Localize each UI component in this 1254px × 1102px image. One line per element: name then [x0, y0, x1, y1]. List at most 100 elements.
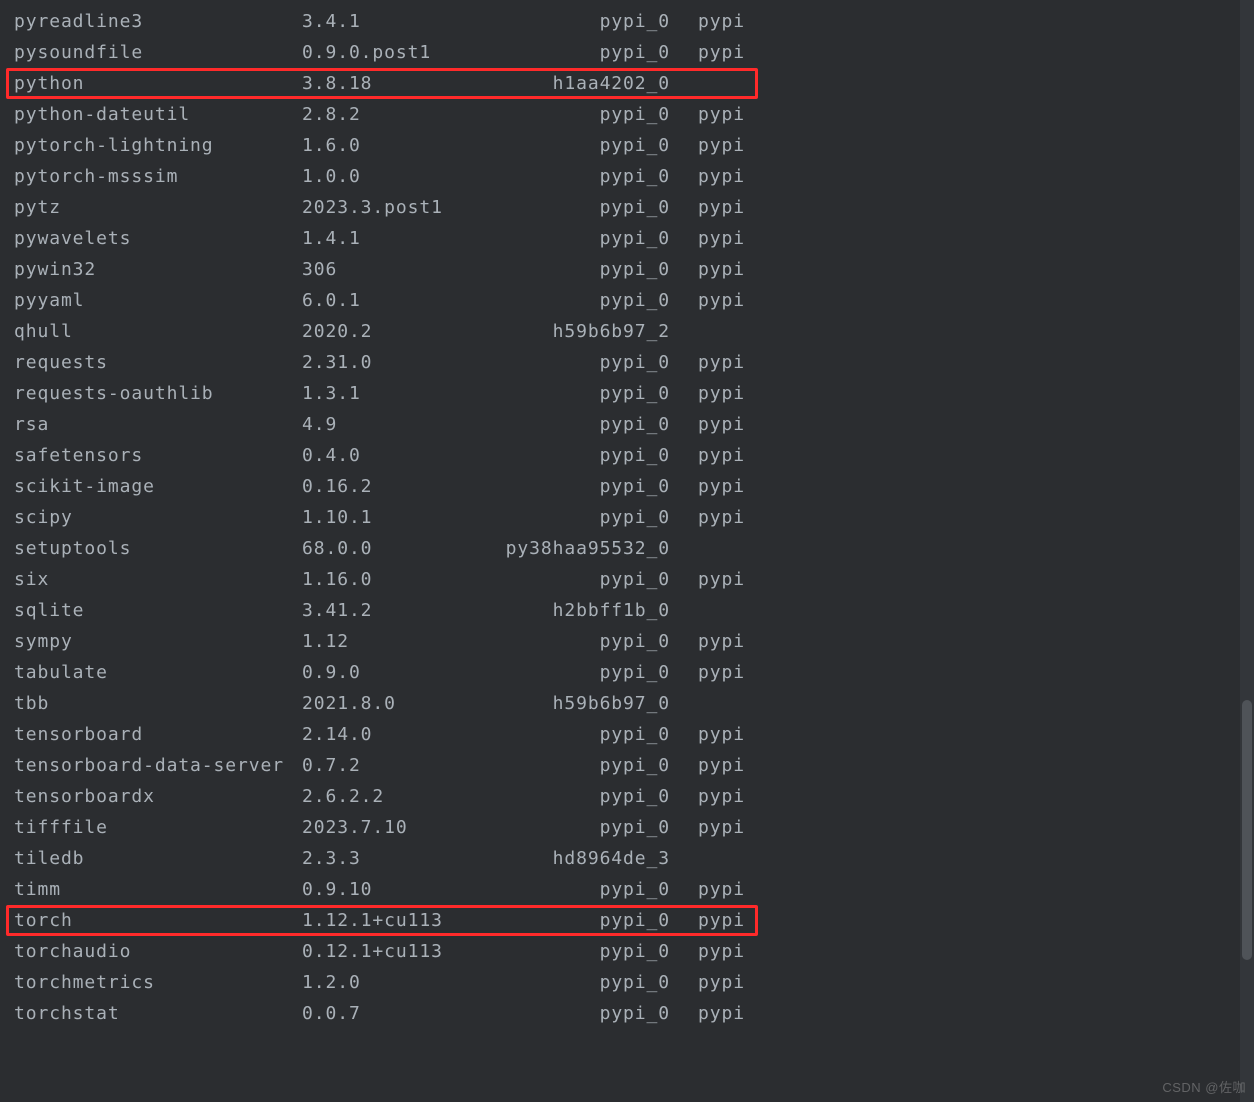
package-row: torchmetrics 1.2.0 pypi_0 pypi [14, 967, 1254, 998]
package-row: scikit-image0.16.2pypi_0pypi [14, 471, 1254, 502]
package-name: sympy [14, 626, 73, 657]
package-channel: pypi [698, 998, 745, 1029]
package-build: pypi_0 [486, 967, 670, 998]
package-build: pypi_0 [486, 6, 670, 37]
package-row: safetensors 0.4.0 pypi_0 pypi [14, 440, 1254, 471]
package-row: tensorboard-data-server0.7.2pypi_0pypi [14, 750, 1254, 781]
package-name: pyreadline3 [14, 6, 143, 37]
package-build: pypi_0 [486, 750, 670, 781]
package-version: 306 [302, 254, 337, 285]
package-version: 0.4.0 [302, 440, 361, 471]
package-row: torch1.12.1+cu113pypi_0pypi [14, 905, 1254, 936]
package-version: 1.2.0 [302, 967, 361, 998]
package-channel: pypi [698, 967, 745, 998]
package-name: pysoundfile [14, 37, 143, 68]
package-channel: pypi [698, 130, 745, 161]
package-build: pypi_0 [486, 998, 670, 1029]
package-row: six1.16.0pypi_0pypi [14, 564, 1254, 595]
package-row: pysoundfile 0.9.0.post1 pypi_0 pypi [14, 37, 1254, 68]
package-row: sympy 1.12 pypi_0 pypi [14, 626, 1254, 657]
package-build: pypi_0 [486, 812, 670, 843]
package-name: qhull [14, 316, 73, 347]
package-name: torchmetrics [14, 967, 155, 998]
terminal-output: pyreadline33.4.1pypi_0pypipysoundfile0.9… [0, 0, 1254, 1102]
package-build: pypi_0 [486, 626, 670, 657]
package-name: tifffile [14, 812, 108, 843]
package-channel: pypi [698, 6, 745, 37]
package-build: py38haa95532_0 [486, 533, 670, 564]
package-version: 2.6.2.2 [302, 781, 384, 812]
package-row: requests-oauthlib1.3.1pypi_0pypi [14, 378, 1254, 409]
package-name: tbb [14, 688, 49, 719]
package-version: 2020.2 [302, 316, 372, 347]
package-build: h2bbff1b_0 [486, 595, 670, 626]
package-version: 0.0.7 [302, 998, 361, 1029]
package-version: 0.16.2 [302, 471, 372, 502]
package-version: 1.10.1 [302, 502, 372, 533]
package-channel: pypi [698, 347, 745, 378]
package-version: 0.9.0.post1 [302, 37, 431, 68]
package-version: 2.3.3 [302, 843, 361, 874]
package-build: pypi_0 [486, 130, 670, 161]
package-version: 68.0.0 [302, 533, 372, 564]
package-name: tensorboard [14, 719, 143, 750]
package-channel: pypi [698, 285, 745, 316]
package-row: pytorch-msssim1.0.0pypi_0pypi [14, 161, 1254, 192]
scrollbar-thumb[interactable] [1242, 700, 1252, 960]
package-channel: pypi [698, 161, 745, 192]
package-channel: pypi [698, 440, 745, 471]
package-name: setuptools [14, 533, 131, 564]
package-row: qhull2020.2h59b6b97_2 [14, 316, 1254, 347]
package-version: 1.6.0 [302, 130, 361, 161]
package-version: 2021.8.0 [302, 688, 396, 719]
package-channel: pypi [698, 874, 745, 905]
package-build: pypi_0 [486, 936, 670, 967]
package-build: pypi_0 [486, 285, 670, 316]
watermark-text: CSDN @佐咖 [1162, 1077, 1246, 1096]
scrollbar-track[interactable] [1240, 0, 1254, 1102]
package-name: rsa [14, 409, 49, 440]
package-version: 1.3.1 [302, 378, 361, 409]
package-channel: pypi [698, 626, 745, 657]
package-version: 2.14.0 [302, 719, 372, 750]
package-name: pytorch-msssim [14, 161, 178, 192]
package-version: 2023.3.post1 [302, 192, 443, 223]
package-channel: pypi [698, 936, 745, 967]
package-version: 3.8.18 [302, 68, 372, 99]
package-row: scipy1.10.1pypi_0pypi [14, 502, 1254, 533]
package-row: tiledb2.3.3hd8964de_3 [14, 843, 1254, 874]
package-name: torch [14, 905, 73, 936]
package-channel: pypi [698, 254, 745, 285]
package-name: pywin32 [14, 254, 96, 285]
package-channel: pypi [698, 719, 745, 750]
package-name: pywavelets [14, 223, 131, 254]
package-build: pypi_0 [486, 37, 670, 68]
package-build: pypi_0 [486, 192, 670, 223]
package-name: python [14, 68, 84, 99]
package-build: pypi_0 [486, 347, 670, 378]
package-build: pypi_0 [486, 719, 670, 750]
package-name: pyyaml [14, 285, 84, 316]
package-version: 1.12 [302, 626, 349, 657]
package-version: 6.0.1 [302, 285, 361, 316]
package-build: pypi_0 [486, 874, 670, 905]
package-build: pypi_0 [486, 781, 670, 812]
package-build: pypi_0 [486, 905, 670, 936]
package-build: pypi_0 [486, 440, 670, 471]
package-channel: pypi [698, 37, 745, 68]
package-name: requests-oauthlib [14, 378, 214, 409]
package-version: 0.9.0 [302, 657, 361, 688]
package-channel: pypi [698, 750, 745, 781]
package-row: tifffile2023.7.10pypi_0pypi [14, 812, 1254, 843]
package-version: 0.12.1+cu113 [302, 936, 443, 967]
package-name: safetensors [14, 440, 143, 471]
package-version: 0.7.2 [302, 750, 361, 781]
package-channel: pypi [698, 192, 745, 223]
package-row: requests2.31.0pypi_0pypi [14, 347, 1254, 378]
package-name: six [14, 564, 49, 595]
package-build: h59b6b97_0 [486, 688, 670, 719]
package-row: tabulate0.9.0pypi_0pypi [14, 657, 1254, 688]
package-row: setuptools 68.0.0 py38haa95532_0 [14, 533, 1254, 564]
package-build: pypi_0 [486, 99, 670, 130]
package-channel: pypi [698, 378, 745, 409]
